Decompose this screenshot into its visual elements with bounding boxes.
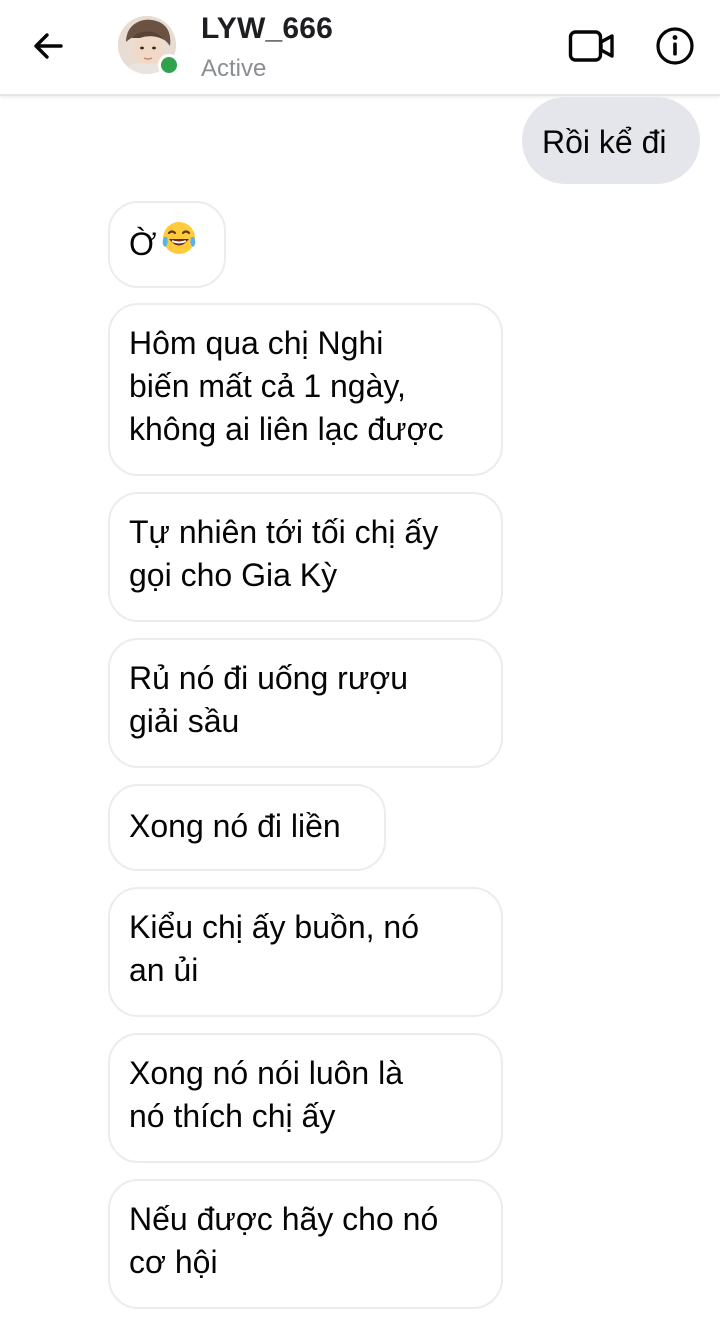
incoming-message[interactable]: Tự nhiên tới tối chị ấy gọi cho Gia Kỳ [108,492,503,622]
contact-name[interactable]: LYW_666 [201,12,333,46]
message-line: gọi cho Gia Kỳ [129,557,338,593]
laughing-crying-emoji [160,219,198,268]
incoming-message[interactable]: Xong nó nói luôn là nó thích chị ấy [108,1033,503,1163]
message-line: Xong nó nói luôn là [129,1055,403,1091]
message-line: Nếu được hãy cho nó [129,1201,439,1237]
contact-status: Active [201,55,267,82]
incoming-message[interactable]: Hôm qua chị Nghi biến mất cả 1 ngày, khô… [108,303,503,476]
message-line: an ủi [129,952,199,988]
message-text: Ờ [129,225,157,262]
message-line: giải sầu [129,703,240,739]
incoming-message[interactable]: Ờ [108,201,226,288]
message-line: Tự nhiên tới tối chị ấy [129,514,439,550]
message-line: Rủ nó đi uống rượu [129,660,409,696]
message-line: Xong nó đi liền [129,808,341,844]
video-camera-icon [568,30,614,62]
message-text: Rồi kể đi [542,124,667,160]
message-line: biến mất cả 1 ngày, [129,368,406,404]
online-status-dot [158,54,180,76]
arrow-left-icon [34,33,63,59]
incoming-message[interactable]: Kiểu chị ấy buồn, nó an ủi [108,887,503,1017]
message-line: Hôm qua chị Nghi [129,325,384,361]
info-icon [656,27,694,65]
incoming-message[interactable]: Xong nó đi liền [108,784,386,871]
message-line: không ai liên lạc được [129,411,444,447]
info-button[interactable] [650,22,700,70]
message-line: nó thích chị ấy [129,1098,336,1134]
chat-header: LYW_666 Active [0,0,720,96]
video-call-button[interactable] [562,22,622,70]
contact-avatar[interactable] [118,16,180,76]
outgoing-message[interactable]: Rồi kể đi [522,97,700,184]
back-button[interactable] [26,24,70,68]
message-line: Kiểu chị ấy buồn, nó [129,909,419,945]
message-line: cơ hội [129,1244,218,1280]
incoming-message[interactable]: Rủ nó đi uống rượu giải sầu [108,638,503,768]
incoming-message[interactable]: Nếu được hãy cho nó cơ hội [108,1179,503,1309]
